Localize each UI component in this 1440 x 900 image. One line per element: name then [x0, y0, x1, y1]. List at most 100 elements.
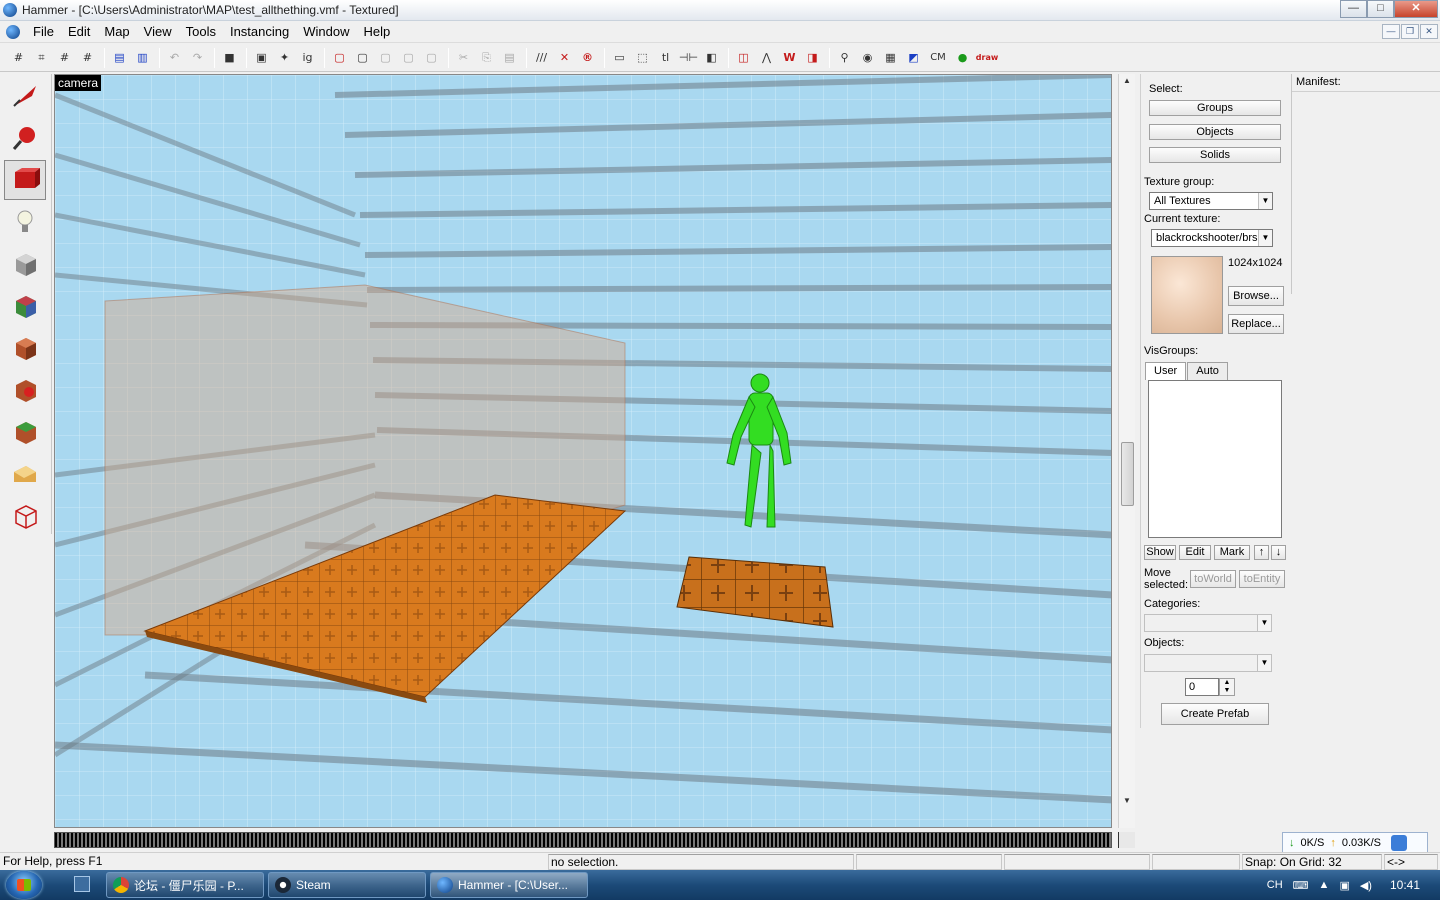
- doc-close-button[interactable]: ✕: [1420, 24, 1438, 39]
- current-texture-select[interactable]: blackrockshooter/brsbd ▼: [1151, 229, 1273, 247]
- tab-user[interactable]: User: [1145, 362, 1187, 380]
- keyboard-icon[interactable]: ⌨: [1293, 879, 1309, 892]
- hollow-icon[interactable]: ✕: [554, 47, 575, 68]
- scroll-down-icon[interactable]: ▼: [1119, 794, 1135, 808]
- visgroup-mark-button[interactable]: Mark: [1214, 545, 1250, 560]
- vertex-manipulation-tool[interactable]: [4, 496, 46, 536]
- doc-restore-button[interactable]: ❐: [1401, 24, 1419, 39]
- flip-horizontal-icon[interactable]: ⊣⊢: [678, 47, 699, 68]
- menu-view[interactable]: View: [137, 24, 179, 39]
- camera-viewport[interactable]: camera: [54, 74, 1112, 828]
- to-world-button[interactable]: toWorld: [1190, 570, 1236, 588]
- cubemap-button[interactable]: CM: [926, 47, 950, 68]
- objects-select[interactable]: ▼: [1144, 654, 1272, 672]
- ungroup-icon[interactable]: ▥: [132, 47, 153, 68]
- chevron-down-icon[interactable]: ▼: [1258, 193, 1272, 209]
- tab-auto[interactable]: Auto: [1187, 362, 1228, 380]
- taskbar-item-steam[interactable]: Steam: [268, 872, 426, 898]
- grid-icon[interactable]: #: [8, 47, 29, 68]
- browse-button[interactable]: Browse...: [1228, 286, 1284, 306]
- models-3d-icon[interactable]: W: [779, 47, 800, 68]
- viewport-vertical-scrollbar[interactable]: ▲ ▼: [1118, 74, 1135, 828]
- entity-report-icon[interactable]: ◩: [903, 47, 924, 68]
- ime-indicator[interactable]: CH: [1267, 879, 1283, 891]
- run-map-icon[interactable]: ●: [952, 47, 973, 68]
- menu-help[interactable]: Help: [356, 24, 397, 39]
- group-icon[interactable]: ▤: [109, 47, 130, 68]
- categories-select[interactable]: ▼: [1144, 614, 1272, 632]
- world-icon[interactable]: ▦: [880, 47, 901, 68]
- arrow-down-icon[interactable]: ↓: [1271, 545, 1286, 560]
- texture-group-select[interactable]: All Textures ▼: [1149, 192, 1273, 210]
- vertex-tool-icon[interactable]: ⋀: [756, 47, 777, 68]
- scroll-up-icon[interactable]: ▲: [1119, 74, 1135, 88]
- visgroup-edit-button[interactable]: Edit: [1179, 545, 1211, 560]
- chevron-down-icon[interactable]: ▼: [1258, 230, 1272, 246]
- undo-icon[interactable]: ↶: [164, 47, 185, 68]
- scale-lock-icon[interactable]: ✦: [274, 47, 295, 68]
- select-groups-button[interactable]: Groups: [1149, 100, 1281, 116]
- hide-selected-icon[interactable]: ■: [219, 47, 240, 68]
- texture-preview[interactable]: [1151, 256, 1223, 334]
- menu-file[interactable]: File: [26, 24, 61, 39]
- decal-tool[interactable]: [4, 370, 46, 410]
- grid-larger-icon[interactable]: #: [54, 47, 75, 68]
- browser-icon[interactable]: [1391, 835, 1407, 851]
- compile-icon[interactable]: ◉: [857, 47, 878, 68]
- texture-lock-icon[interactable]: ▣: [251, 47, 272, 68]
- maximize-button[interactable]: □: [1367, 0, 1394, 18]
- arrow-up-icon[interactable]: ↑: [1254, 545, 1269, 560]
- grid-smaller-icon[interactable]: #: [77, 47, 98, 68]
- block-tool[interactable]: [4, 244, 46, 284]
- entity-tool[interactable]: [4, 202, 46, 242]
- network-icon[interactable]: ▣: [1339, 879, 1349, 892]
- volume-icon[interactable]: ◀): [1360, 879, 1372, 892]
- close-button[interactable]: ✕: [1394, 0, 1438, 18]
- taskbar-item-hammer[interactable]: Hammer - [C:\User...: [430, 872, 588, 898]
- menu-edit[interactable]: Edit: [61, 24, 97, 39]
- show-desktop-icon[interactable]: [74, 876, 90, 892]
- flip-vertical-icon[interactable]: ◧: [701, 47, 722, 68]
- visgroup-show-button[interactable]: Show: [1144, 545, 1176, 560]
- replace-button[interactable]: Replace...: [1228, 314, 1284, 334]
- clipping-tool[interactable]: [4, 454, 46, 494]
- texture-align-icon[interactable]: ig: [297, 47, 318, 68]
- redo-icon[interactable]: ↷: [187, 47, 208, 68]
- taskbar-item-browser[interactable]: 论坛 - 僵尸乐园 - P...: [106, 872, 264, 898]
- copy-icon[interactable]: ⎘: [476, 47, 497, 68]
- menu-map[interactable]: Map: [97, 24, 136, 39]
- minimize-button[interactable]: —: [1340, 0, 1367, 18]
- paste-icon[interactable]: ▤: [499, 47, 520, 68]
- bounding-box-icon[interactable]: ▭: [609, 47, 630, 68]
- viewport-horizontal-scrollbar[interactable]: [54, 832, 1112, 848]
- prefab-count-input[interactable]: 0: [1185, 678, 1219, 696]
- overlay-tool[interactable]: [4, 412, 46, 452]
- selection-tool[interactable]: [4, 76, 46, 116]
- texture-application-tool[interactable]: [4, 286, 46, 326]
- doc-minimize-button[interactable]: —: [1382, 24, 1400, 39]
- chevron-down-icon[interactable]: ▼: [1257, 615, 1271, 631]
- draw-button[interactable]: draw: [975, 47, 999, 68]
- select-entities-icon[interactable]: ▢: [398, 47, 419, 68]
- create-prefab-button[interactable]: Create Prefab: [1161, 703, 1269, 725]
- camera-tool[interactable]: [4, 160, 46, 200]
- select-objects-button[interactable]: Objects: [1149, 124, 1281, 140]
- grid-snap-icon[interactable]: ⌗: [31, 47, 52, 68]
- radius-icon[interactable]: ®: [577, 47, 598, 68]
- select-all-icon[interactable]: ▢: [352, 47, 373, 68]
- network-speed-widget[interactable]: ↓ 0K/S ↑ 0.03K/S: [1282, 832, 1428, 854]
- magnify-tool[interactable]: [4, 118, 46, 158]
- select-solids-button[interactable]: Solids: [1149, 147, 1281, 163]
- select-world-icon[interactable]: ▢: [421, 47, 442, 68]
- to-entity-button[interactable]: toEntity: [1239, 570, 1285, 588]
- chevron-down-icon[interactable]: ▼: [1257, 655, 1271, 671]
- helpers-icon[interactable]: ◨: [802, 47, 823, 68]
- cut-icon[interactable]: ✂: [453, 47, 474, 68]
- selection-icon[interactable]: ▢: [329, 47, 350, 68]
- spinner-arrows-icon[interactable]: ▲ ▼: [1219, 678, 1235, 696]
- visgroup-list[interactable]: [1148, 380, 1282, 538]
- scroll-thumb[interactable]: [1121, 442, 1134, 506]
- select-brushes-icon[interactable]: ▢: [375, 47, 396, 68]
- show-hidden-icons-icon[interactable]: ▲: [1319, 879, 1330, 891]
- menu-tools[interactable]: Tools: [179, 24, 223, 39]
